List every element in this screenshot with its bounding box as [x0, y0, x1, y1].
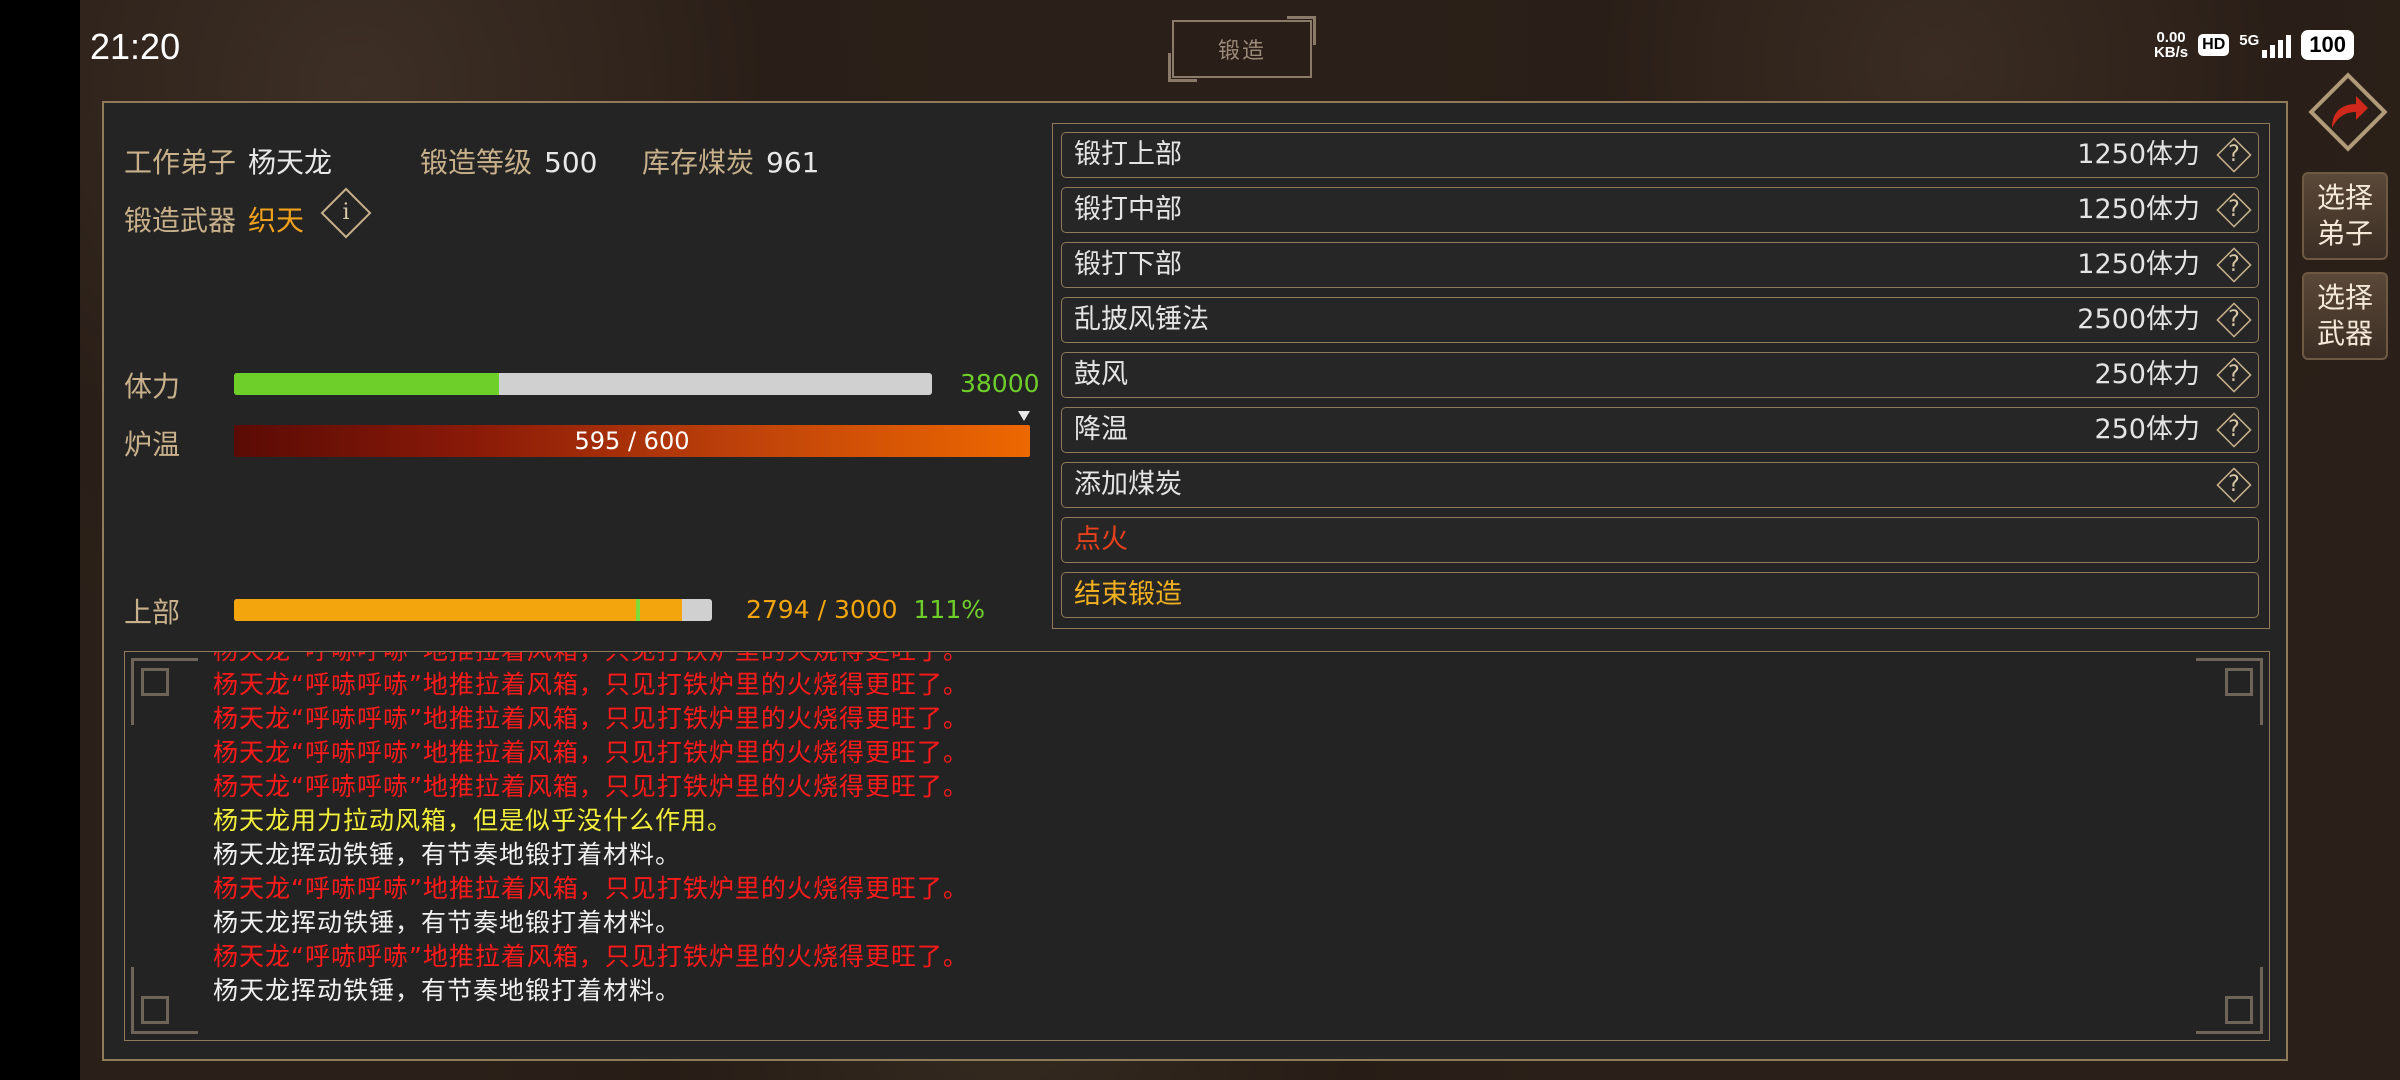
action-bellows-button[interactable]: 鼓风 250体力? [1061, 352, 2259, 398]
temperature-marker-icon [1018, 411, 1030, 421]
corner-ornament-icon [131, 658, 201, 728]
log-line: 杨天龙挥动铁锤，有节奏地锻打着材料。 [213, 840, 682, 869]
help-icon[interactable]: ? [2216, 192, 2252, 228]
temperature-bar: 595 / 600 [234, 425, 1030, 457]
part-target-marker [635, 599, 640, 621]
signal-icon: 5G [2239, 32, 2292, 58]
weapon-info: 锻造武器 织天 [124, 204, 305, 237]
forge-level-info: 锻造等级 500 [420, 146, 598, 179]
help-icon[interactable]: ? [2216, 247, 2252, 283]
part-label: 上部 [124, 596, 181, 629]
action-cost: 1250体力 [2077, 139, 2200, 170]
stamina-bar [234, 373, 932, 395]
status-clock: 21:20 [90, 26, 181, 67]
action-ignite-button[interactable]: 点火 [1061, 517, 2259, 563]
action-forge-top-button[interactable]: 锻打上部 1250体力? [1061, 132, 2259, 178]
action-add-coal-button[interactable]: 添加煤炭? [1061, 462, 2259, 508]
log-line: 杨天龙“呼哧呼哧”地推拉着风箱，只见打铁炉里的火烧得更旺了。 [213, 942, 969, 971]
action-list: 锻打上部 1250体力? 锻打中部 1250体力? 锻打下部 1250体力? 乱披风锤… [1052, 123, 2270, 629]
temperature-label: 炉温 [124, 428, 181, 461]
game-screen: 21:20 0.00 KB/s HD 5G 100 锻造 工作弟子 杨天龙 锻造等… [80, 0, 2400, 1080]
stamina-label: 体力 [124, 370, 181, 403]
return-arrow-icon [2332, 96, 2368, 128]
log-line: 杨天龙用力拉动风箱，但是似乎没什么作用。 [213, 806, 734, 835]
action-end-forging-button[interactable]: 结束锻造 [1061, 572, 2259, 618]
log-line: 杨天龙挥动铁锤，有节奏地锻打着材料。 [213, 908, 682, 937]
log-line: 杨天龙“呼哧呼哧”地推拉着风箱，只见打铁炉里的火烧得更旺了。 [213, 704, 969, 733]
corner-ornament-icon [2193, 658, 2263, 728]
part-progress-bar [234, 599, 712, 621]
help-icon[interactable]: ? [2216, 467, 2252, 503]
log-line: 杨天龙挥动铁锤，有节奏地锻打着材料。 [213, 976, 682, 1005]
coal-stock-value: 961 [766, 146, 820, 179]
select-disciple-button[interactable]: 选择 弟子 [2302, 172, 2388, 260]
status-icons: 0.00 KB/s HD 5G 100 [2154, 30, 2354, 60]
forge-level-value: 500 [544, 146, 598, 179]
log-line: 杨天龙“呼哧呼哧”地推拉着风箱，只见打铁炉里的火烧得更旺了。 [213, 652, 969, 668]
action-cost: 250体力 [2094, 414, 2200, 445]
action-cost: 1250体力 [2077, 194, 2200, 225]
help-icon[interactable]: ? [2216, 357, 2252, 393]
weapon-info-icon[interactable]: i [320, 187, 372, 239]
worker-info: 工作弟子 杨天龙 [124, 146, 333, 179]
forge-panel: 工作弟子 杨天龙 锻造等级 500 库存煤炭 961 锻造武器 织天 i 体力 3800… [102, 101, 2288, 1061]
corner-ornament-icon [131, 964, 201, 1034]
action-hammer-technique-button[interactable]: 乱披风锤法 2500体力? [1061, 297, 2259, 343]
corner-ornament-icon [2193, 964, 2263, 1034]
log-line: 杨天龙“呼哧呼哧”地推拉着风箱，只见打铁炉里的火烧得更旺了。 [213, 874, 969, 903]
action-cool-down-button[interactable]: 降温 250体力? [1061, 407, 2259, 453]
help-icon[interactable]: ? [2216, 137, 2252, 173]
help-icon[interactable]: ? [2216, 302, 2252, 338]
weapon-name: 织天 [248, 204, 305, 237]
worker-name: 杨天龙 [248, 146, 333, 179]
part-progress-text: 2794 / 3000 111% [746, 595, 985, 624]
part-progress-fill [234, 599, 682, 621]
action-cost: 1250体力 [2077, 249, 2200, 280]
hd-badge: HD [2198, 34, 2230, 56]
battery-icon: 100 [2301, 30, 2354, 60]
select-weapon-button[interactable]: 选择 武器 [2302, 272, 2388, 360]
help-icon[interactable]: ? [2216, 412, 2252, 448]
action-forge-middle-button[interactable]: 锻打中部 1250体力? [1061, 187, 2259, 233]
page-title: 锻造 [1168, 16, 1316, 82]
log-line: 杨天龙“呼哧呼哧”地推拉着风箱，只见打铁炉里的火烧得更旺了。 [213, 670, 969, 699]
forge-log[interactable]: 杨天龙“呼哧呼哧”地推拉着风箱，只见打铁炉里的火烧得更旺了。 杨天龙“呼哧呼哧”地… [124, 651, 2270, 1041]
log-line: 杨天龙“呼哧呼哧”地推拉着风箱，只见打铁炉里的火烧得更旺了。 [213, 738, 969, 767]
net-speed: 0.00 KB/s [2153, 29, 2189, 61]
action-cost: 2500体力 [2077, 304, 2200, 335]
coal-stock-info: 库存煤炭 961 [642, 146, 820, 179]
back-button[interactable] [2308, 72, 2388, 152]
action-forge-bottom-button[interactable]: 锻打下部 1250体力? [1061, 242, 2259, 288]
log-line: 杨天龙“呼哧呼哧”地推拉着风箱，只见打铁炉里的火烧得更旺了。 [213, 772, 969, 801]
stamina-value: 38000 [960, 369, 1040, 398]
action-cost: 250体力 [2094, 359, 2200, 390]
